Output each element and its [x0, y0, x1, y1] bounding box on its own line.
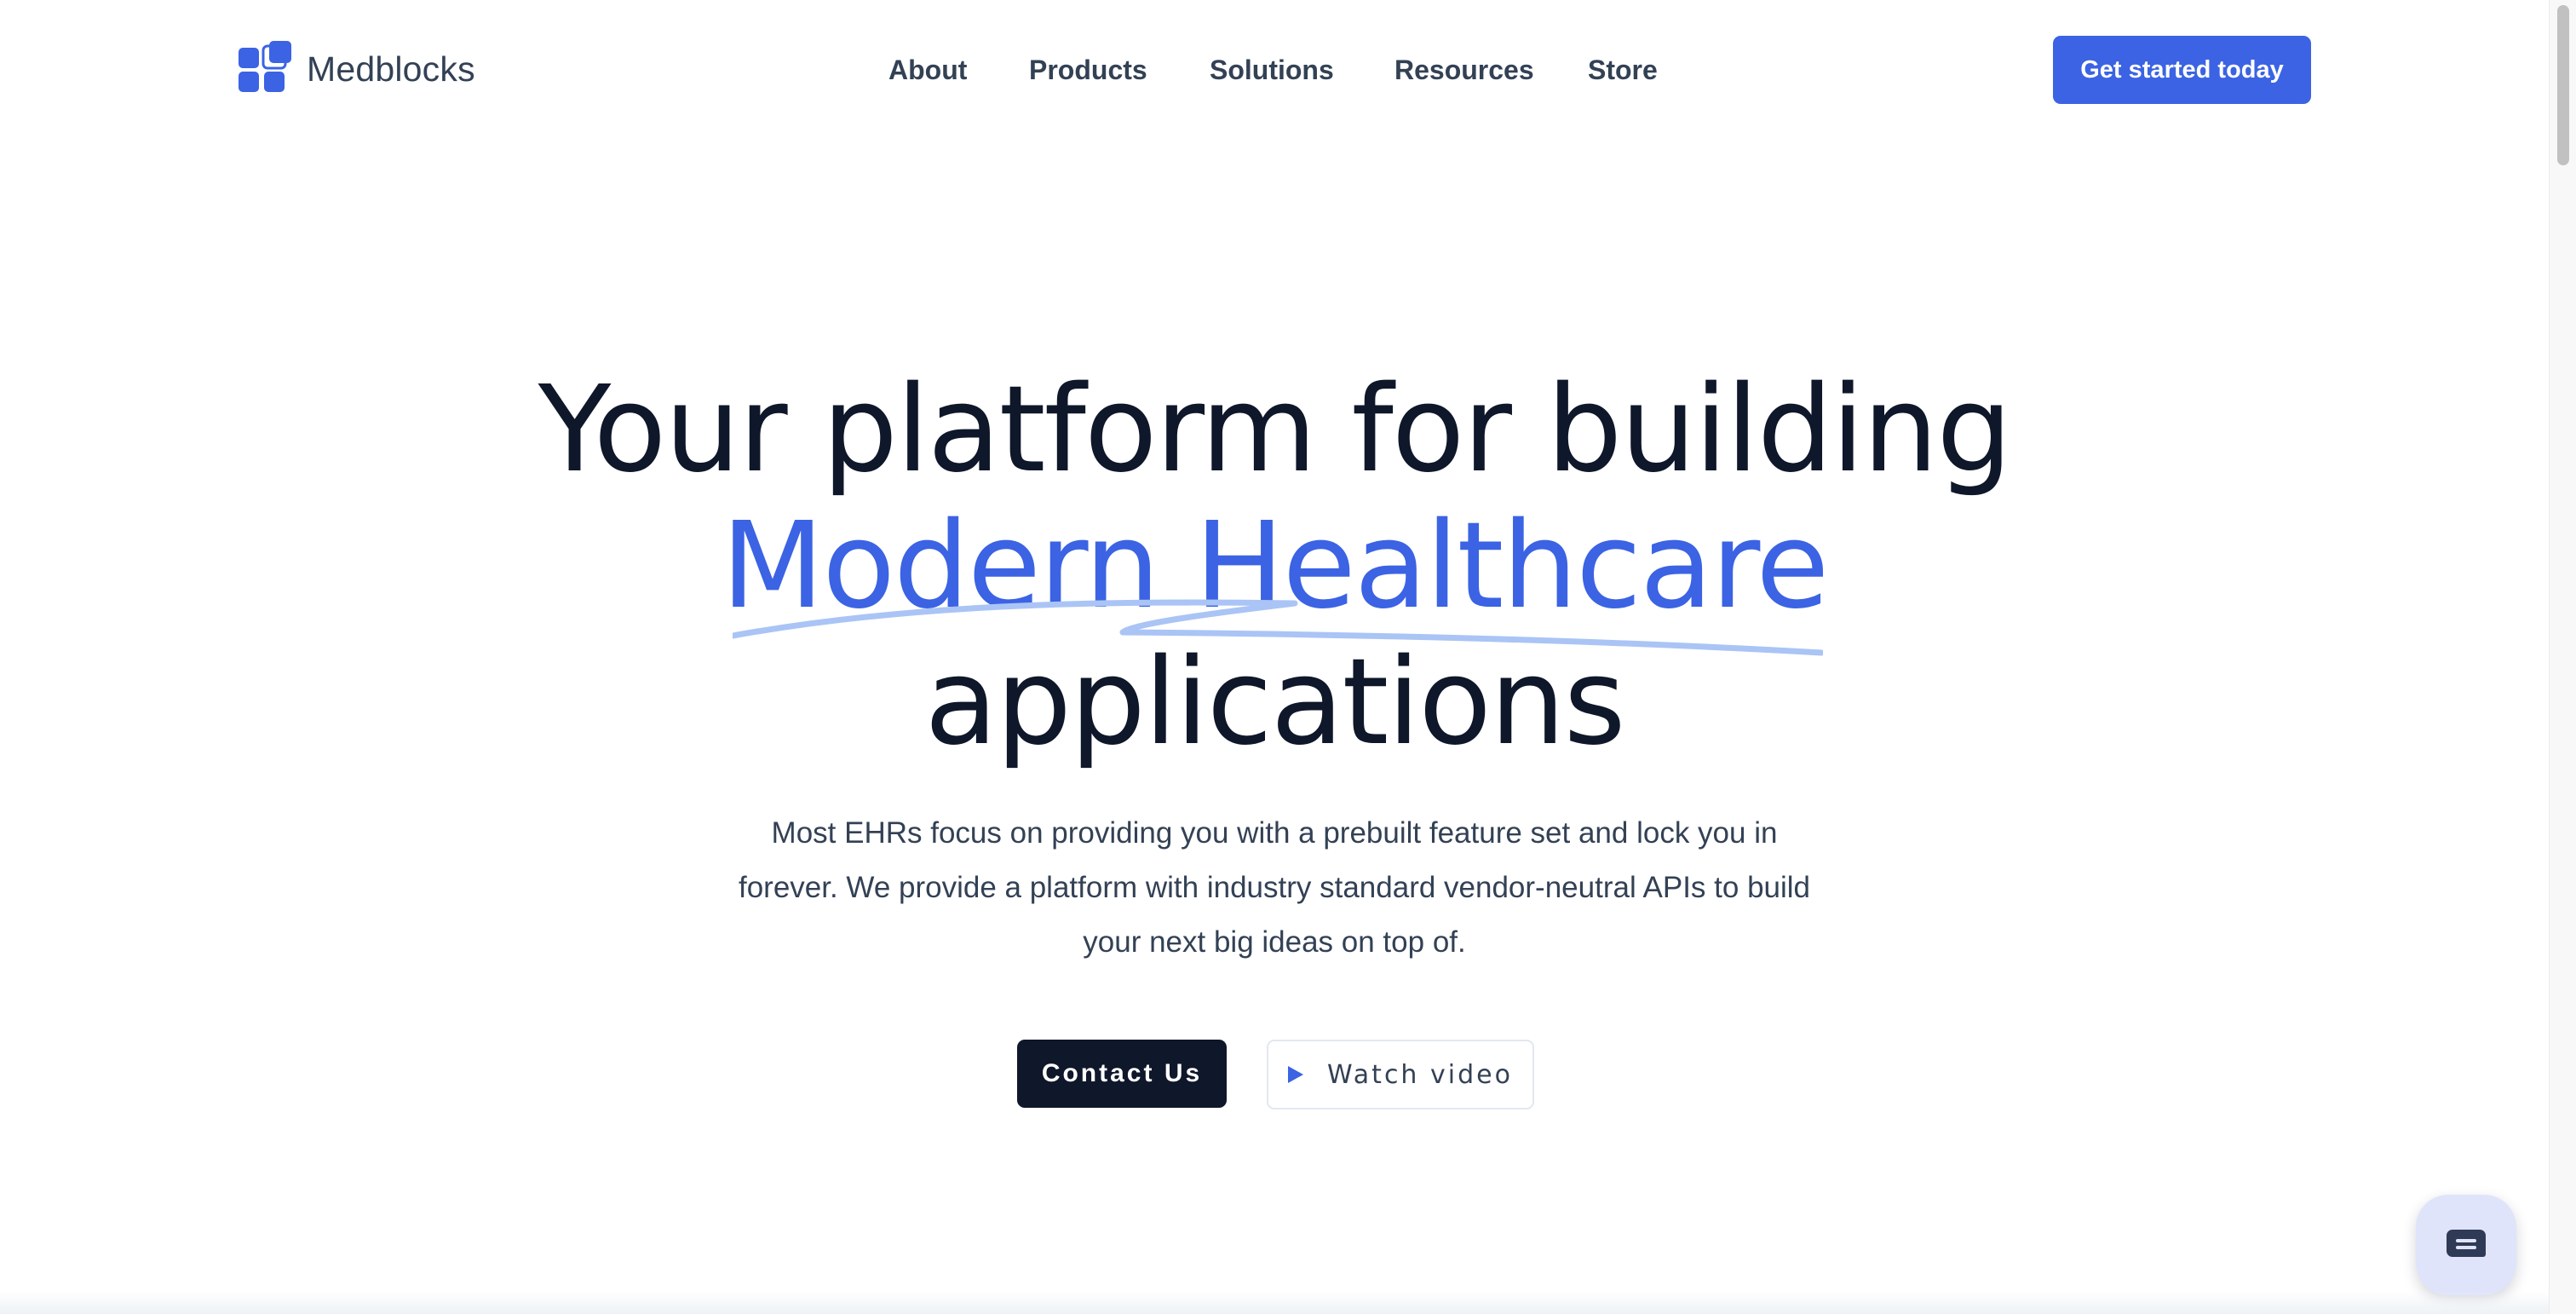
- scrollbar-thumb[interactable]: [2557, 5, 2569, 165]
- nav-item-store[interactable]: Store: [1588, 49, 1658, 90]
- hero-heading-line-3: applications: [924, 633, 1625, 772]
- nav-item-solutions[interactable]: Solutions: [1210, 49, 1334, 90]
- chat-bubble-icon: [2447, 1230, 2486, 1257]
- watch-video-label: Watch video: [1327, 1059, 1513, 1090]
- hero-heading-line-1: Your platform for building: [538, 360, 2013, 499]
- nav-item-resources[interactable]: Resources: [1394, 49, 1534, 90]
- chat-widget-button[interactable]: [2416, 1195, 2516, 1295]
- watch-video-button[interactable]: Watch video: [1267, 1040, 1534, 1109]
- page-scrollbar[interactable]: [2549, 0, 2576, 1314]
- contact-us-button[interactable]: Contact Us: [1017, 1040, 1227, 1108]
- nav-item-products[interactable]: Products: [1029, 49, 1147, 90]
- nav-item-about[interactable]: About: [888, 49, 967, 90]
- next-section-edge: [0, 1291, 2549, 1314]
- hero-description: Most EHRs focus on providing you with a …: [738, 816, 1811, 959]
- play-icon: [1288, 1066, 1304, 1083]
- page: Medblocks About Products Solutions Resou…: [0, 0, 2549, 1314]
- get-started-button[interactable]: Get started today: [2053, 36, 2311, 104]
